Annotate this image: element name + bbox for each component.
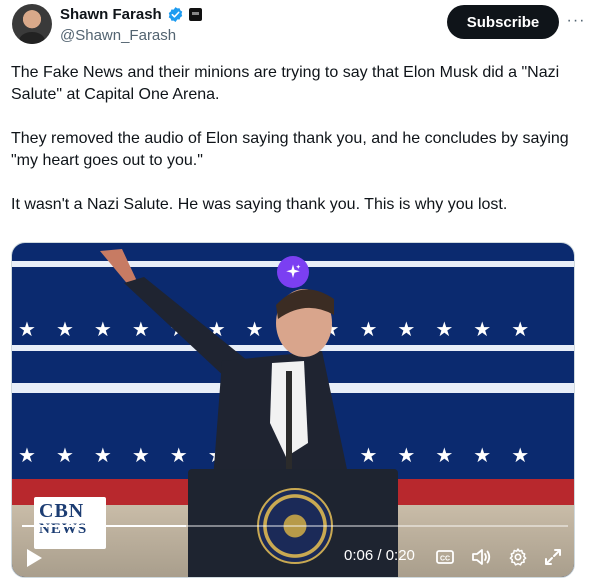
- progress-bar[interactable]: [22, 525, 568, 527]
- display-name[interactable]: Shawn Farash: [60, 6, 162, 23]
- player-controls: 0:06 / 0:20 CC: [12, 541, 574, 573]
- tweet-text: The Fake News and their minions are tryi…: [11, 62, 576, 216]
- fullscreen-icon[interactable]: [542, 546, 564, 568]
- sparkle-icon[interactable]: [277, 256, 309, 288]
- tweet-paragraph: It wasn't a Nazi Salute. He was saying t…: [11, 196, 508, 213]
- more-options-icon[interactable]: ···: [565, 10, 587, 32]
- tweet-paragraph: They removed the audio of Elon saying th…: [11, 130, 569, 169]
- video-player[interactable]: ★★★★★★★★★★★★★★ ★★★★★★★★★★★★★★ CBN NEWS: [11, 242, 575, 578]
- name-row: Shawn Farash: [60, 6, 202, 23]
- svg-text:CC: CC: [440, 556, 450, 563]
- time-display: 0:06 / 0:20: [344, 547, 415, 564]
- affiliate-badge-icon[interactable]: [188, 8, 202, 21]
- verified-badge-icon[interactable]: [167, 6, 184, 23]
- gear-icon[interactable]: [507, 546, 529, 568]
- captions-icon[interactable]: CC: [434, 546, 456, 568]
- tweet-paragraph: The Fake News and their minions are tryi…: [11, 64, 560, 103]
- watermark-top: CBN: [39, 500, 85, 522]
- play-icon[interactable]: [24, 547, 44, 569]
- watermark-bottom: NEWS: [39, 521, 88, 537]
- avatar[interactable]: [12, 4, 52, 44]
- progress-fill: [22, 525, 186, 527]
- handle[interactable]: @Shawn_Farash: [60, 27, 176, 44]
- subscribe-button[interactable]: Subscribe: [447, 5, 559, 39]
- tweet-header: Shawn Farash @Shawn_Farash Subscribe ···: [10, 2, 584, 48]
- volume-icon[interactable]: [470, 546, 492, 568]
